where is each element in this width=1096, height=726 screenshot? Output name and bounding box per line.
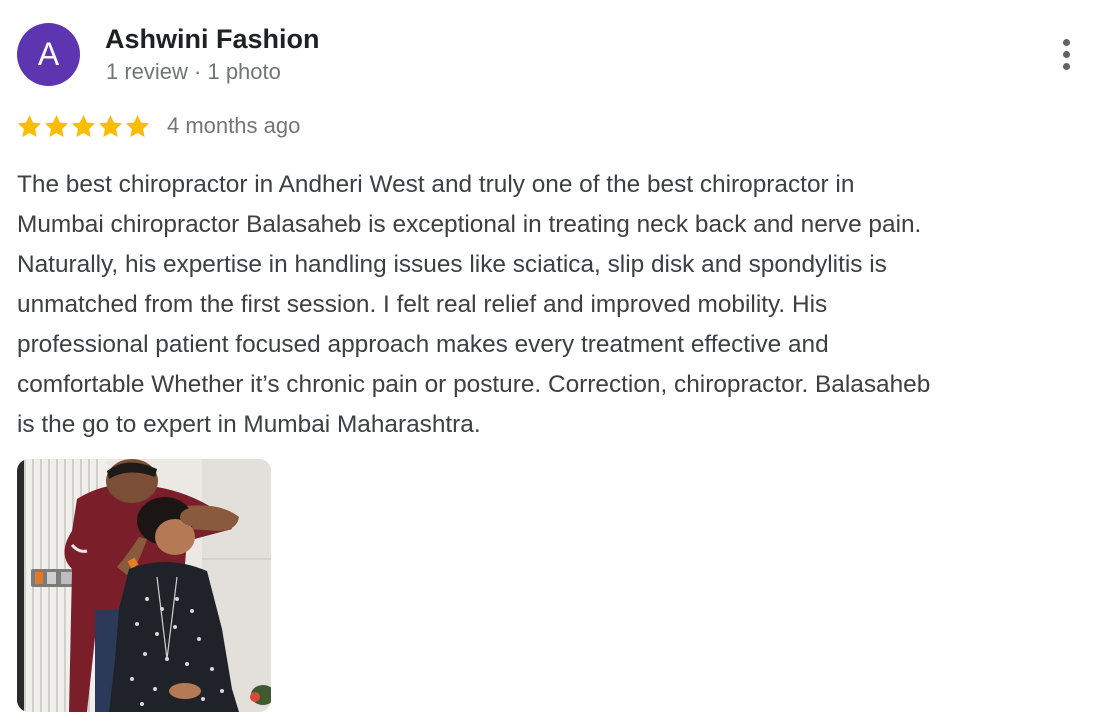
more-vertical-icon [1063, 39, 1070, 46]
author-meta: 1 review · 1 photo [106, 59, 281, 84]
star-icon [125, 114, 150, 137]
star-icon [71, 114, 96, 137]
review-date: 4 months ago [167, 113, 301, 138]
star-icon [98, 114, 123, 137]
review-card: A Ashwini Fashion 1 review · 1 photo 4 m… [0, 0, 1096, 726]
review-photo[interactable] [17, 459, 271, 712]
star-rating [16, 113, 151, 140]
star-icon [44, 114, 69, 137]
star-icon [17, 114, 42, 137]
more-options-button[interactable] [1052, 36, 1082, 76]
review-text: The best chiropractor in Andheri West an… [17, 171, 931, 438]
rating-row: 4 months ago [16, 110, 300, 142]
author-name[interactable]: Ashwini Fashion [105, 24, 320, 55]
review-photo-image [17, 459, 271, 712]
avatar[interactable]: A [17, 23, 80, 86]
